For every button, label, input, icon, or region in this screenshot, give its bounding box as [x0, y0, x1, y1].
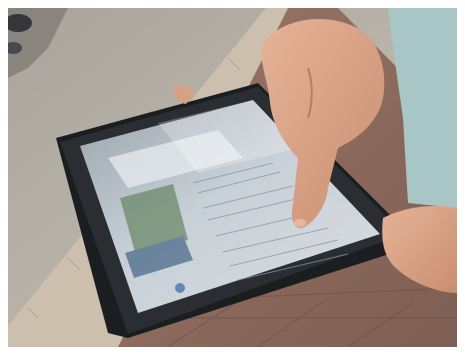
photo — [8, 8, 457, 347]
fingertip — [294, 219, 306, 227]
photo-frame — [0, 0, 465, 354]
photo-illustration — [8, 8, 457, 347]
